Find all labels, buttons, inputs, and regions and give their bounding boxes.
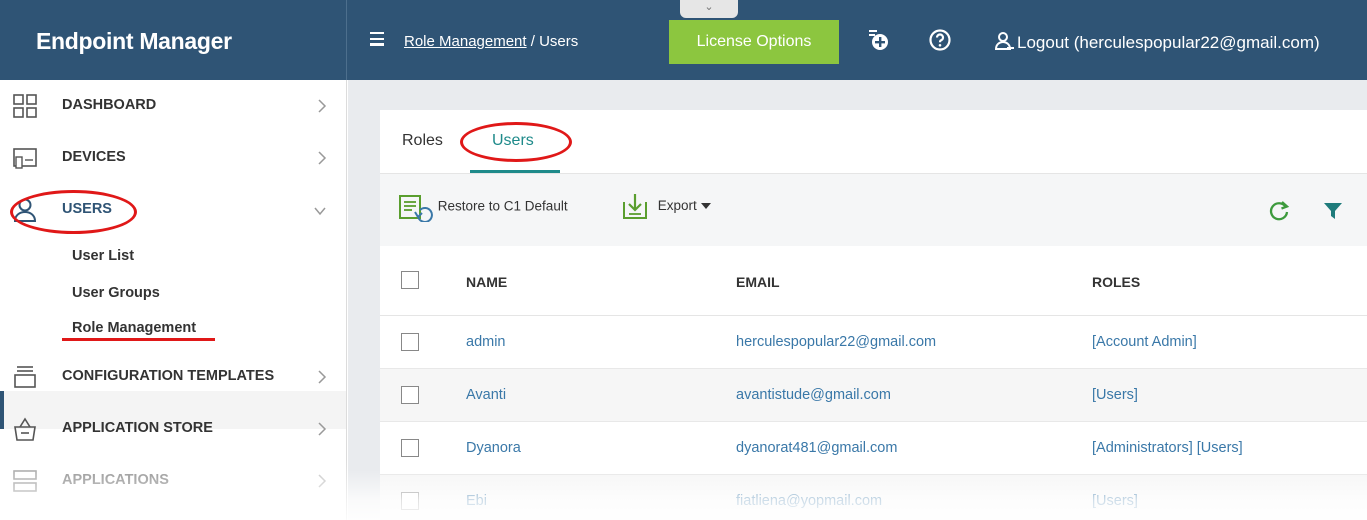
annotation-underline-role-management bbox=[62, 338, 215, 341]
logout-link[interactable]: Logout (herculespopular22@gmail.com) bbox=[994, 31, 1320, 53]
refresh-icon[interactable] bbox=[1268, 200, 1290, 222]
top-bar: Endpoint Manager Role Management / Users… bbox=[0, 0, 1367, 80]
user-roles[interactable]: [Account Admin] bbox=[1092, 334, 1197, 350]
table-row: Avanti avantistude@gmail.com [Users] bbox=[380, 369, 1367, 422]
collapse-header-tab[interactable]: ⌄ bbox=[680, 0, 738, 18]
sidebar: DASHBOARD DEVICES USERS User List User G… bbox=[0, 80, 347, 520]
user-roles[interactable]: [Users] bbox=[1092, 387, 1138, 403]
annotation-oval-users-tab bbox=[460, 122, 572, 162]
table-header: NAME EMAIL ROLES bbox=[380, 246, 1367, 316]
user-roles[interactable]: [Users] bbox=[1092, 493, 1138, 509]
user-name-link[interactable]: admin bbox=[466, 334, 506, 350]
dashboard-icon bbox=[13, 94, 37, 118]
user-email[interactable]: herculespopular22@gmail.com bbox=[736, 334, 936, 350]
help-icon[interactable] bbox=[928, 28, 952, 52]
restore-icon bbox=[399, 195, 433, 223]
column-header-roles[interactable]: ROLES bbox=[1092, 274, 1140, 290]
chevron-right-icon bbox=[318, 422, 327, 436]
column-header-email[interactable]: EMAIL bbox=[736, 274, 780, 290]
toolbar: Restore to C1 Default Export bbox=[380, 174, 1367, 246]
user-icon bbox=[994, 32, 1014, 50]
breadcrumb-current: Users bbox=[539, 33, 579, 50]
chevron-right-icon bbox=[318, 151, 327, 165]
breadcrumb-separator: / bbox=[526, 33, 540, 50]
user-email[interactable]: fiatliena@yopmail.com bbox=[736, 493, 882, 509]
active-tab-indicator bbox=[470, 170, 560, 173]
column-header-name[interactable]: NAME bbox=[466, 274, 507, 290]
table-row: admin herculespopular22@gmail.com [Accou… bbox=[380, 316, 1367, 369]
user-name-link[interactable]: Dyanora bbox=[466, 440, 521, 456]
brand-title: Endpoint Manager bbox=[36, 28, 232, 54]
devices-icon bbox=[13, 148, 37, 169]
user-email[interactable]: avantistude@gmail.com bbox=[736, 387, 891, 403]
chevron-right-icon bbox=[318, 99, 327, 113]
templates-icon bbox=[14, 366, 36, 388]
row-checkbox[interactable] bbox=[401, 333, 419, 351]
restore-default-button[interactable]: Restore to C1 Default bbox=[398, 192, 568, 223]
user-name-link[interactable]: Avanti bbox=[466, 387, 506, 403]
breadcrumb: Role Management / Users bbox=[404, 33, 578, 50]
store-icon bbox=[14, 417, 36, 441]
logout-label: Logout (herculespopular22@gmail.com) bbox=[1017, 33, 1320, 52]
users-panel: Roles Users Restore to C1 Default Export… bbox=[380, 110, 1367, 520]
sidebar-item-dashboard[interactable]: DASHBOARD bbox=[0, 80, 347, 132]
chevron-right-icon bbox=[318, 370, 327, 384]
row-checkbox[interactable] bbox=[401, 492, 419, 510]
export-label: Export bbox=[657, 197, 697, 213]
tab-bar: Roles Users bbox=[380, 110, 1367, 174]
main-content: Roles Users Restore to C1 Default Export… bbox=[348, 80, 1367, 520]
user-name-link[interactable]: Ebi bbox=[466, 493, 487, 509]
sidebar-item-application-store[interactable]: APPLICATION STORE bbox=[0, 403, 347, 455]
license-options-button[interactable]: License Options bbox=[669, 20, 839, 64]
sidebar-subitem-user-list[interactable]: User List bbox=[72, 248, 134, 264]
filter-icon[interactable] bbox=[1323, 201, 1343, 221]
sidebar-item-applications[interactable]: APPLICATIONS bbox=[0, 455, 347, 507]
export-icon bbox=[623, 194, 647, 219]
sidebar-subitem-role-management[interactable]: Role Management bbox=[72, 320, 196, 336]
sidebar-item-label: APPLICATIONS bbox=[62, 472, 169, 488]
brand: Endpoint Manager bbox=[0, 0, 347, 80]
sidebar-item-label: APPLICATION STORE bbox=[62, 420, 213, 436]
row-checkbox[interactable] bbox=[401, 439, 419, 457]
table-row: Ebi fiatliena@yopmail.com [Users] bbox=[380, 475, 1367, 520]
annotation-oval-users-nav bbox=[10, 190, 137, 234]
chevron-right-icon bbox=[318, 474, 327, 488]
user-roles[interactable]: [Administrators] [Users] bbox=[1092, 440, 1243, 456]
table-row: Dyanora dyanorat481@gmail.com [Administr… bbox=[380, 422, 1367, 475]
sidebar-item-label: DASHBOARD bbox=[62, 97, 157, 113]
select-all-checkbox[interactable] bbox=[401, 271, 419, 289]
tab-roles[interactable]: Roles bbox=[402, 132, 443, 150]
sidebar-item-devices[interactable]: DEVICES bbox=[0, 132, 347, 184]
user-email[interactable]: dyanorat481@gmail.com bbox=[736, 440, 897, 456]
chevron-down-icon bbox=[314, 207, 326, 216]
breadcrumb-link-role-management[interactable]: Role Management bbox=[404, 33, 527, 50]
row-checkbox[interactable] bbox=[401, 386, 419, 404]
hamburger-menu-icon[interactable] bbox=[370, 32, 384, 46]
sidebar-subitem-user-groups[interactable]: User Groups bbox=[72, 285, 160, 301]
add-device-icon[interactable] bbox=[866, 28, 890, 52]
applications-icon bbox=[13, 470, 37, 492]
sidebar-item-label: DEVICES bbox=[62, 149, 126, 165]
restore-default-label: Restore to C1 Default bbox=[437, 198, 568, 214]
sidebar-item-configuration-templates[interactable]: CONFIGURATION TEMPLATES bbox=[0, 351, 347, 403]
caret-down-icon bbox=[700, 203, 711, 209]
export-dropdown-button[interactable]: Export bbox=[622, 192, 711, 220]
sidebar-item-label: CONFIGURATION TEMPLATES bbox=[62, 368, 275, 384]
